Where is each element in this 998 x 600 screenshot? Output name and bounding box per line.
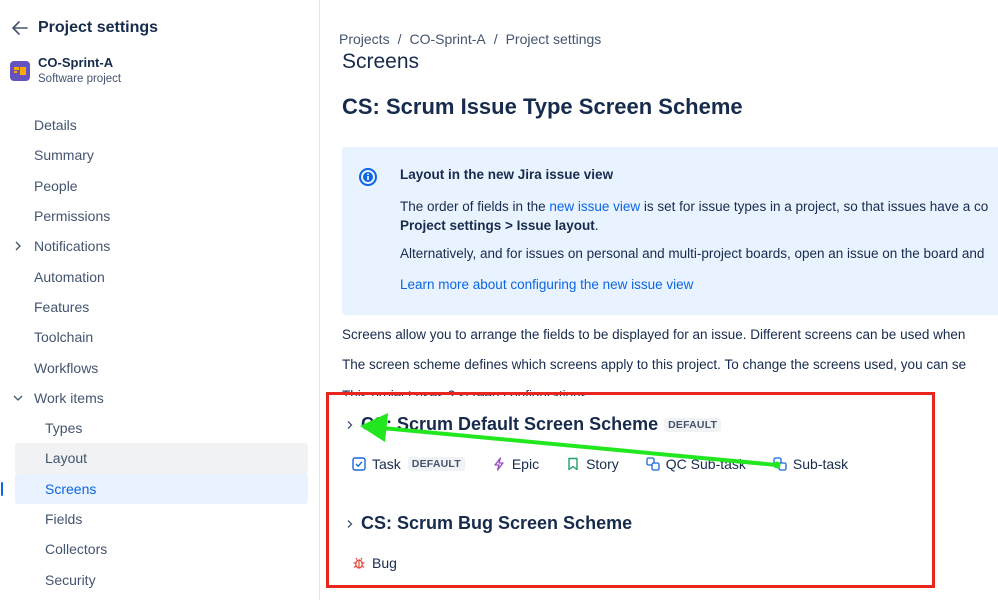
breadcrumb-projects[interactable]: Projects (339, 31, 390, 47)
new-issue-view-link[interactable]: new issue view (549, 199, 640, 214)
project-avatar (10, 61, 30, 81)
screen-config-count: This project uses 2 screen configuration… (342, 388, 592, 396)
scheme-default: CS: Scrum Default Screen Scheme DEFAULT (345, 414, 722, 435)
sidebar-item-work-items[interactable]: Work items (0, 383, 320, 413)
default-badge: DEFAULT (664, 417, 722, 432)
chevron-right-icon[interactable] (345, 519, 355, 529)
sidebar-item-automation[interactable]: Automation (0, 261, 320, 291)
task-checkbox-icon (352, 457, 366, 471)
project-info: CO-Sprint-A Software project (10, 55, 121, 87)
sidebar-item-details[interactable]: Details (0, 110, 320, 140)
breadcrumb-project[interactable]: CO-Sprint-A (409, 31, 485, 47)
screen-scheme-description: The screen scheme defines which screens … (342, 357, 967, 372)
main-content: Projects / CO-Sprint-A / Project settings Sc… (339, 0, 998, 600)
sidebar-item-people[interactable]: People (0, 171, 320, 201)
sidebar-item-collectors[interactable]: Collectors (0, 534, 320, 564)
sidebar-item-features[interactable]: Features (0, 292, 320, 322)
sidebar-header: Project settings (10, 17, 158, 39)
epic-lightning-icon (494, 457, 504, 471)
chevron-right-icon[interactable] (345, 420, 355, 430)
chevron-right-icon[interactable] (12, 240, 24, 252)
sidebar-item-security[interactable]: Security (0, 564, 320, 594)
info-icon (359, 168, 377, 186)
default-badge: DEFAULT (407, 457, 465, 471)
story-bookmark-icon (568, 457, 578, 471)
scheme-title: CS: Scrum Issue Type Screen Scheme (342, 94, 743, 119)
sidebar-item-fields[interactable]: Fields (0, 504, 320, 534)
learn-more-link[interactable]: Learn more about configuring the new iss… (400, 277, 693, 292)
project-name: CO-Sprint-A (38, 55, 114, 70)
scheme-name[interactable]: CS: Scrum Default Screen Scheme (361, 414, 658, 435)
breadcrumb: Projects / CO-Sprint-A / Project settings (339, 31, 601, 47)
scheme-issue-types: Task DEFAULT Epic Story QC Sub-task Sub-… (352, 456, 875, 472)
sidebar-item-screens[interactable]: Screens (1, 473, 308, 504)
sidebar-item-layout[interactable]: Layout (15, 443, 308, 474)
issue-type-epic[interactable]: Epic (492, 456, 539, 472)
issue-type-bug[interactable]: Bug (352, 555, 397, 571)
sidebar-item-types[interactable]: Types (0, 413, 320, 443)
breadcrumb-separator: / (493, 31, 498, 47)
breadcrumb-project-settings[interactable]: Project settings (506, 31, 602, 47)
scheme-issue-types: Bug (352, 555, 424, 571)
sidebar-item-toolchain[interactable]: Toolchain (0, 322, 320, 352)
subtask-icon (773, 457, 787, 471)
sidebar-item-notifications[interactable]: Notifications (0, 231, 320, 261)
page-title: Screens (342, 50, 420, 73)
back-arrow-icon[interactable] (10, 18, 30, 38)
info-panel: Layout in the new Jira issue view The or… (342, 147, 998, 315)
info-paragraph-2: Alternatively, and for issues on persona… (400, 246, 985, 261)
sidebar-item-summary[interactable]: Summary (0, 140, 320, 170)
issue-type-story[interactable]: Story (566, 456, 619, 472)
sidebar-item-permissions[interactable]: Permissions (0, 201, 320, 231)
sidebar: Project settings CO-Sprint-A Software pr… (0, 0, 320, 600)
sidebar-item-workflows[interactable]: Workflows (0, 352, 320, 382)
chevron-down-icon[interactable] (12, 392, 24, 404)
issue-type-task[interactable]: Task DEFAULT (352, 456, 465, 472)
issue-type-subtask[interactable]: Sub-task (773, 456, 848, 472)
sidebar-nav: Details Summary People Permissions Notif… (0, 110, 320, 595)
issue-layout-path: Project settings > Issue layout (400, 218, 595, 233)
bug-icon (353, 557, 365, 569)
info-title: Layout in the new Jira issue view (400, 167, 614, 182)
screens-description: Screens allow you to arrange the fields … (342, 327, 966, 342)
info-paragraph: The order of fields in the new issue vie… (400, 199, 989, 233)
scheme-bug: CS: Scrum Bug Screen Scheme (345, 513, 632, 534)
scheme-name[interactable]: CS: Scrum Bug Screen Scheme (361, 513, 632, 534)
issue-type-qc-subtask[interactable]: QC Sub-task (646, 456, 746, 472)
breadcrumb-separator: / (397, 31, 402, 47)
project-type: Software project (38, 73, 122, 85)
sidebar-title: Project settings (38, 19, 159, 36)
subtask-icon (646, 457, 660, 471)
